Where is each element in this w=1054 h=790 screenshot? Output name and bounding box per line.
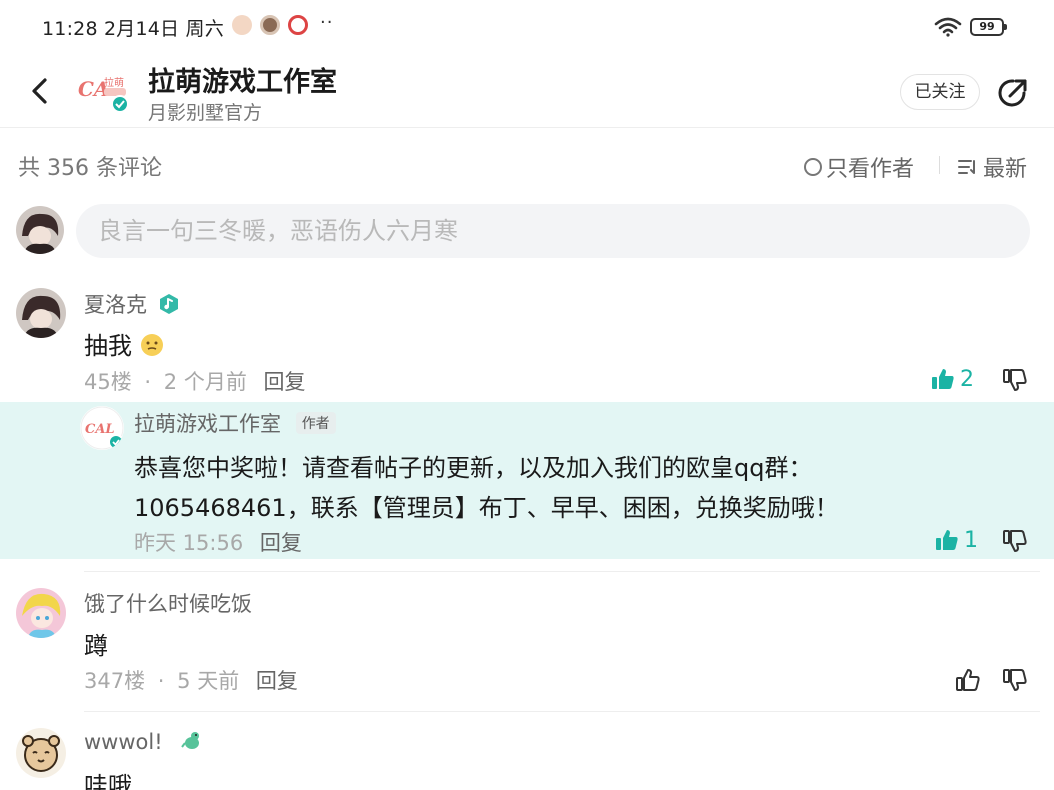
only-author-toggle[interactable]: 只看作者 (804, 151, 914, 183)
avatar-image (16, 588, 66, 638)
reply-avatar[interactable]: CAL (80, 406, 124, 450)
comment-input[interactable] (76, 204, 1030, 258)
reply-button[interactable]: 回复 (256, 669, 298, 693)
page-subtitle: 月影别墅官方 (148, 102, 263, 124)
like-button[interactable]: 1 (934, 527, 978, 553)
thumbs-down-icon[interactable] (1002, 528, 1028, 554)
comment-username[interactable]: 饿了什么时候吃饭 (84, 588, 252, 618)
comment-text: 哇哦 (84, 772, 132, 790)
studio-logo[interactable]: CA 拉萌 (78, 70, 130, 116)
thumbs-up-icon[interactable] (955, 667, 981, 693)
studio-logo-icon: CAL (80, 406, 124, 450)
like-count: 1 (964, 527, 978, 553)
reply-button[interactable]: 回复 (264, 370, 306, 394)
avatar-image (16, 288, 66, 338)
comment-time: 2 个月前 (163, 370, 247, 394)
comment-time: 5 天前 (177, 669, 240, 693)
avatar[interactable] (16, 288, 66, 338)
avatar-image (16, 728, 66, 778)
battery-icon: 99 (970, 18, 1007, 36)
comment-text: 蹲 (84, 632, 108, 660)
thumbs-down-icon[interactable] (1002, 667, 1028, 693)
comment-meta: 45楼 · 2 个月前 回复 (84, 370, 306, 394)
back-icon[interactable] (28, 76, 52, 106)
thumbs-up-icon (936, 530, 958, 550)
music-badge-icon (159, 294, 178, 314)
status-bar: 11:28 2月14日 周六 ·· 99 (0, 0, 1054, 52)
avatar[interactable] (16, 728, 66, 778)
notification-icon (260, 15, 280, 35)
comment-meta: 347楼 · 5 天前 回复 (84, 669, 298, 693)
follow-button[interactable]: 已关注 (900, 74, 980, 110)
notification-icon (232, 15, 252, 35)
comment-username[interactable]: 夏洛克 (84, 289, 180, 319)
comment-username[interactable]: wwwol! (84, 730, 203, 754)
reply-username[interactable]: 拉萌游戏工作室 作者 (134, 408, 336, 438)
comment-count: 共 356 条评论 (18, 156, 162, 181)
share-icon[interactable] (996, 76, 1030, 110)
like-count: 2 (960, 366, 974, 392)
dinosaur-badge-icon (181, 732, 200, 749)
thumbs-up-icon (932, 369, 954, 389)
comment-divider (84, 711, 1040, 712)
more-notifications-icon: ·· (320, 12, 334, 33)
reply-time: 昨天 15:56 (134, 531, 244, 555)
reply-text-line: 1065468461，联系【管理员】布丁、早早、困困，兑换奖励哦！ (134, 494, 839, 522)
studio-logo-icon: CA 拉萌 (78, 76, 129, 113)
reply-text-line: 恭喜您中奖啦！请查看帖子的更新，以及加入我们的欧皇qq群： (134, 454, 813, 482)
comment-divider (84, 571, 1040, 572)
comment-text: 抽我 (84, 326, 164, 361)
sort-toggle[interactable]: 最新 (957, 151, 1027, 183)
reply-meta: 昨天 15:56 回复 (134, 527, 302, 557)
notification-icon (288, 15, 308, 35)
comment-floor: 45楼 (84, 370, 132, 394)
avatar-image (16, 206, 64, 254)
sort-icon (958, 160, 975, 174)
avatar[interactable] (16, 588, 66, 638)
like-button[interactable]: 2 (930, 366, 974, 392)
reply-button[interactable]: 回复 (260, 531, 302, 555)
comment-floor: 347楼 (84, 669, 146, 693)
toolbar-divider (939, 156, 940, 174)
only-author-label: 只看作者 (826, 157, 915, 182)
my-avatar[interactable] (16, 206, 64, 254)
radio-icon (804, 158, 822, 176)
studio-logo-text: 拉萌 (104, 76, 124, 89)
comments-toolbar: 共 356 条评论 只看作者 最新 (0, 138, 1054, 190)
status-time: 11:28 2月14日 周六 (42, 18, 224, 40)
post-header: CA 拉萌 拉萌游戏工作室 月影别墅官方 已关注 (0, 52, 1054, 128)
svg-text:CAL: CAL (85, 422, 115, 437)
author-badge: 作者 (295, 412, 336, 434)
sort-label: 最新 (983, 157, 1028, 182)
emoji-icon (140, 334, 163, 356)
thumbs-down-icon[interactable] (1002, 367, 1028, 393)
page-title[interactable]: 拉萌游戏工作室 (148, 60, 337, 99)
wifi-icon (934, 17, 962, 37)
